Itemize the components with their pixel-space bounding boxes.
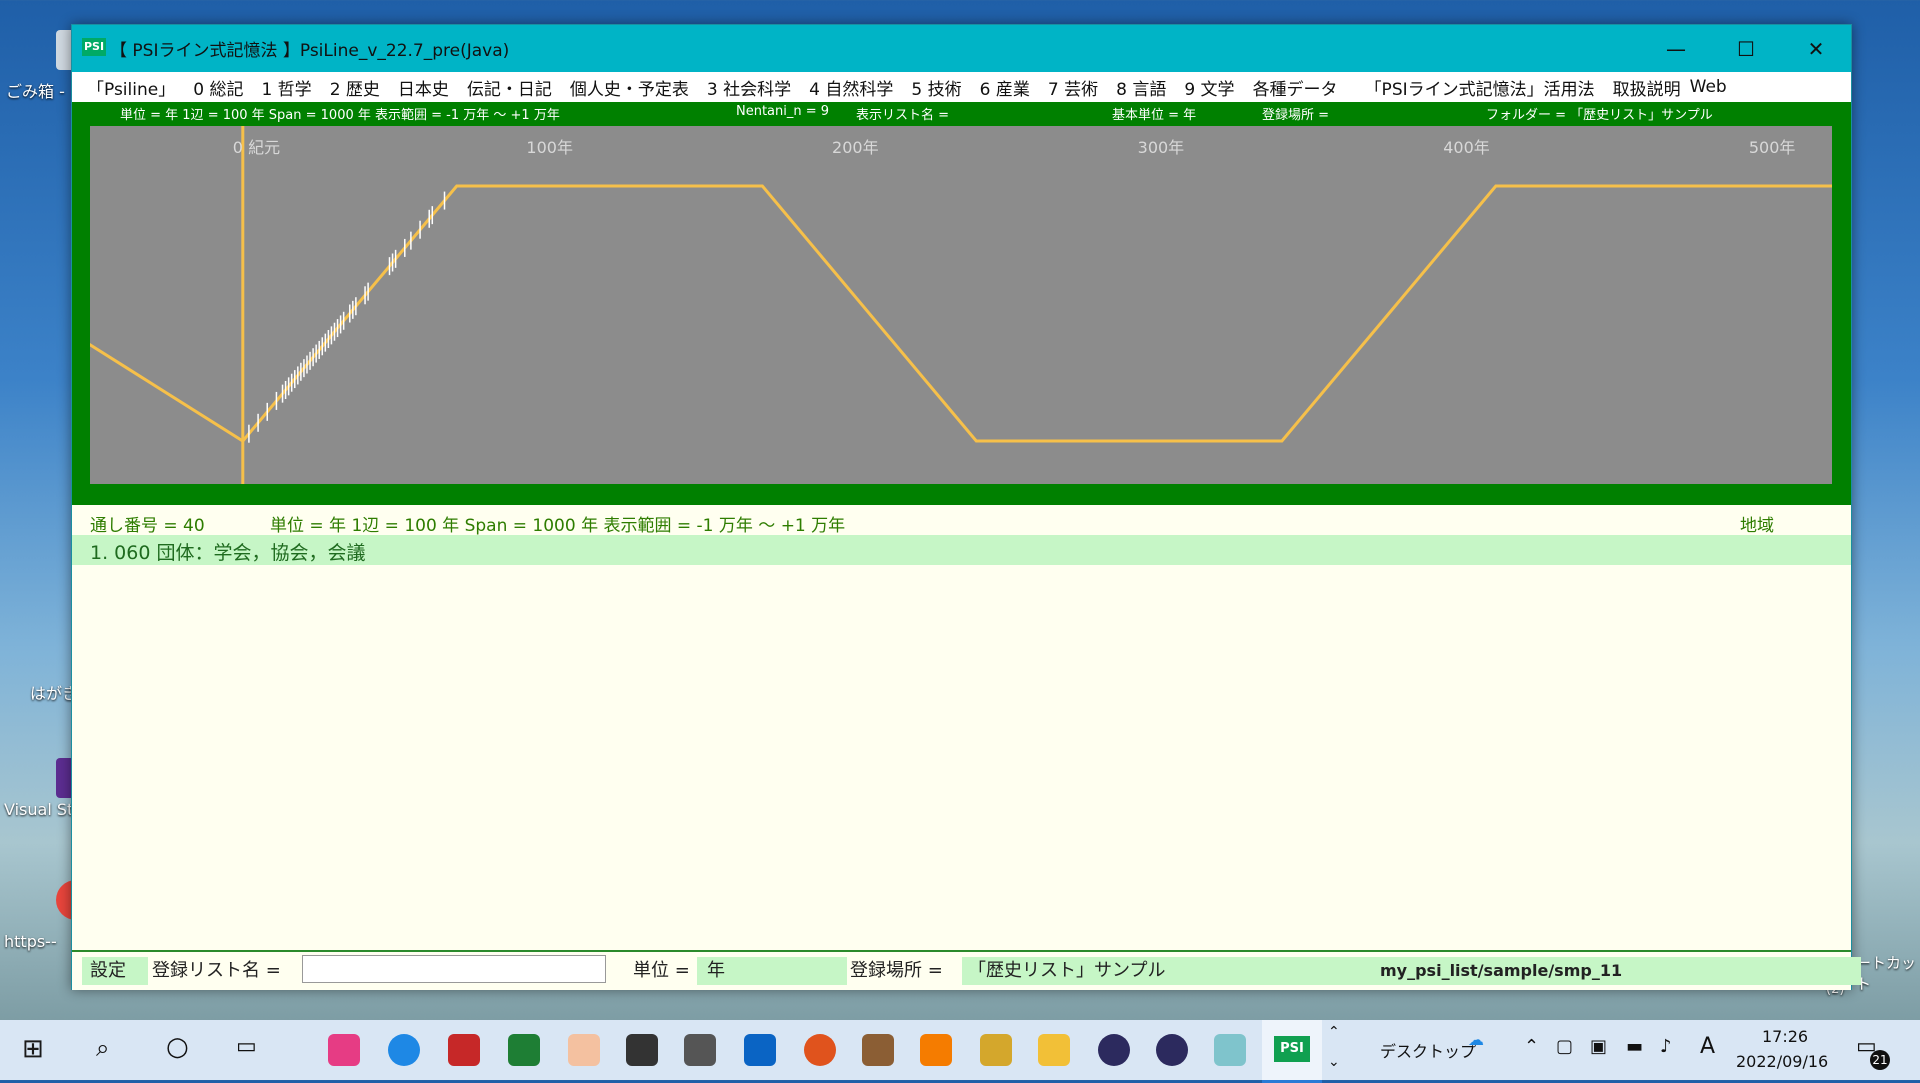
taskbar: ⊞ ⌕ ○ ▭ PSI ⌃ ⌄ デスクトップ ☁ ⌃ ▢ ▣ ▬ ♪ A 17:…: [0, 1020, 1920, 1083]
menu-bar: 「Psiline」 0 総記 1 哲学 2 歴史 日本史 伝記・日記 個人史・予…: [72, 72, 1851, 103]
graph-header-location: 登録場所 =: [1262, 108, 1330, 123]
maps-pin-icon[interactable]: [804, 1034, 836, 1066]
ime-indicator[interactable]: A: [1700, 1034, 1715, 1059]
bottom-bar: 設定 登録リスト名 = 単位 = 年 登録場所 = 「歴史リスト」サンプル my…: [72, 950, 1861, 990]
taskbar-scroll-down-icon[interactable]: ⌄: [1328, 1054, 1340, 1070]
taskbar-psi-active[interactable]: PSI: [1262, 1020, 1322, 1083]
graph-header-nentani: Nentani_n = 9: [736, 104, 830, 119]
list-item-label: 1. 060 団体：学会，協会，会議: [90, 542, 366, 564]
x-tick-label: 0 紀元: [232, 138, 281, 157]
clock-date[interactable]: 2022/09/16: [1736, 1052, 1828, 1071]
excel-icon[interactable]: [508, 1034, 540, 1066]
taskbar-scroll-up-icon[interactable]: ⌃: [1328, 1024, 1340, 1040]
meet-now-icon[interactable]: ▢: [1556, 1036, 1573, 1057]
task-view-icon[interactable]: ▭: [236, 1034, 257, 1059]
file-path: my_psi_list/sample/smp_11: [1380, 961, 1623, 980]
desktop-label-recycle: ごみ箱 -: [6, 82, 65, 101]
location-label: 登録場所 =: [850, 960, 943, 981]
volume-icon[interactable]: ♪: [1660, 1036, 1672, 1057]
game-app-icon[interactable]: [626, 1034, 658, 1066]
unit-label: 単位 =: [633, 960, 690, 981]
window-title: 【 PSIライン式記憶法 】PsiLine_v_22.7_pre(Java): [110, 41, 510, 61]
graph-header-unit: 単位 = 年 1辺 = 100 年 Span = 1000 年 表示範囲 = -…: [120, 108, 560, 123]
serial-number: 通し番号 = 40: [90, 516, 205, 536]
clock-time[interactable]: 17:26: [1762, 1027, 1808, 1046]
outlook-icon[interactable]: [744, 1034, 776, 1066]
app-icon[interactable]: [1214, 1034, 1246, 1066]
psiline-window: PSI 【 PSIライン式記憶法 】PsiLine_v_22.7_pre(Jav…: [71, 24, 1861, 990]
graph-panel: 単位 = 年 1辺 = 100 年 Span = 1000 年 表示範囲 = -…: [72, 102, 1851, 505]
region-label[interactable]: 地域: [1740, 511, 1774, 536]
list-name-input[interactable]: [302, 955, 606, 983]
onedrive-icon[interactable]: ☁: [1468, 1030, 1484, 1049]
x-tick-label: 300年: [1137, 138, 1185, 157]
start-button[interactable]: ⊞: [22, 1034, 44, 1064]
menu-japanese-history[interactable]: 日本史: [389, 75, 458, 100]
menu-general[interactable]: 0 総記: [184, 75, 252, 100]
snipping-tool-icon[interactable]: [328, 1034, 360, 1066]
x-tick-label: 400年: [1443, 138, 1490, 157]
psi-line-plot[interactable]: 0 紀元 100年 200年 300年 400年 500年: [80, 126, 1832, 484]
menu-manual[interactable]: 取扱説明: [1604, 75, 1690, 100]
psi-logo-icon: PSI: [82, 38, 106, 56]
menu-philosophy[interactable]: 1 哲学: [252, 75, 320, 100]
list-item[interactable]: 1. 060 団体：学会，協会，会議: [72, 535, 1851, 565]
mcafee-icon[interactable]: [448, 1034, 480, 1066]
battery-icon[interactable]: ▬: [1626, 1036, 1643, 1057]
search-icon[interactable]: ⌕: [96, 1034, 109, 1062]
unit-info: 単位 = 年 1辺 = 100 年 Span = 1000 年 表示範囲 = -…: [270, 516, 846, 536]
notification-count: 21: [1870, 1050, 1890, 1070]
menu-history[interactable]: 2 歴史: [321, 75, 389, 100]
book-app-icon[interactable]: [862, 1034, 894, 1066]
list-name-label: 登録リスト名 =: [152, 960, 281, 981]
graph-header-list-name: 表示リスト名 =: [856, 108, 950, 123]
character-app-icon[interactable]: [568, 1034, 600, 1066]
graph-header-folder: フォルダー = 「歴史リスト」サンプル: [1486, 108, 1713, 123]
unit-value[interactable]: 年: [697, 957, 847, 985]
menu-technology[interactable]: 5 技術: [902, 75, 970, 100]
show-hidden-icons-icon[interactable]: ⌃: [1524, 1036, 1539, 1057]
security-lock-icon[interactable]: [684, 1034, 716, 1066]
desktop-label-https: https--: [4, 932, 57, 951]
menu-data[interactable]: 各種データ: [1244, 75, 1347, 100]
menu-literature[interactable]: 9 文学: [1175, 75, 1243, 100]
graph-header-base-unit: 基本単位 = 年: [1112, 108, 1197, 123]
media-player-icon[interactable]: [920, 1034, 952, 1066]
psi-line-svg: [80, 126, 1832, 484]
menu-biography[interactable]: 伝記・日記: [458, 75, 561, 100]
file-explorer-icon[interactable]: [1038, 1034, 1070, 1066]
x-tick-label: 200年: [832, 138, 879, 157]
menu-personal-history[interactable]: 個人史・予定表: [561, 75, 698, 100]
menu-web[interactable]: Web: [1690, 77, 1736, 97]
eclipse-icon[interactable]: [1098, 1034, 1130, 1066]
eclipse-icon[interactable]: [1156, 1034, 1188, 1066]
psi-app-icon: PSI: [1274, 1036, 1310, 1062]
x-tick-label: 100年: [526, 138, 573, 157]
desktop-label-shortcut: ートカット: [1856, 954, 1917, 993]
menu-social-science[interactable]: 3 社会科学: [698, 75, 800, 100]
desktop-label-visual: Visual St: [4, 800, 74, 819]
cortana-icon[interactable]: ○: [166, 1032, 189, 1062]
info-line: 通し番号 = 40 単位 = 年 1辺 = 100 年 Span = 1000 …: [72, 507, 1851, 537]
menu-industry[interactable]: 6 産業: [971, 75, 1039, 100]
minimize-button[interactable]: —: [1641, 25, 1711, 72]
menu-natural-science[interactable]: 4 自然科学: [800, 75, 902, 100]
settings-button[interactable]: 設定: [82, 957, 148, 985]
psi-line: [80, 184, 1832, 443]
x-tick-label: 500年: [1748, 138, 1796, 157]
network-icon[interactable]: ▣: [1590, 1036, 1607, 1057]
close-button[interactable]: ✕: [1781, 25, 1851, 72]
maximize-button[interactable]: ☐: [1711, 25, 1781, 72]
desktop-toolbar[interactable]: デスクトップ: [1380, 1038, 1476, 1062]
menu-psiline[interactable]: 「Psiline」: [78, 75, 184, 100]
internet-explorer-icon[interactable]: [388, 1034, 420, 1066]
menu-usage[interactable]: 「PSIライン式記憶法」活用法: [1347, 75, 1604, 100]
menu-arts[interactable]: 7 芸術: [1039, 75, 1107, 100]
menu-language[interactable]: 8 言語: [1107, 75, 1175, 100]
notes-app-icon[interactable]: [980, 1034, 1012, 1066]
title-bar[interactable]: PSI 【 PSIライン式記憶法 】PsiLine_v_22.7_pre(Jav…: [72, 25, 1851, 72]
